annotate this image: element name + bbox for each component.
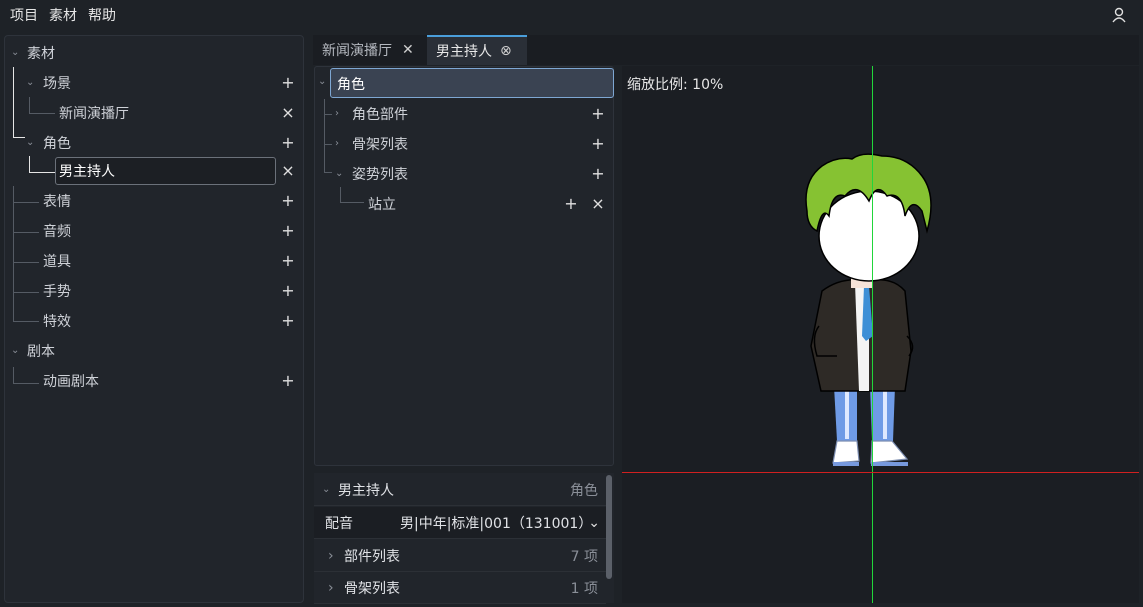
menu-project[interactable]: 项目 (0, 5, 45, 25)
tab-news-studio[interactable]: 新闻演播厅 ✕ (313, 35, 425, 65)
chevron-down-icon[interactable]: ⌄ (26, 138, 36, 148)
left-shoe (832, 440, 860, 464)
close-circle-icon[interactable]: ⊗ (500, 43, 512, 59)
chevron-right-icon[interactable]: › (335, 109, 345, 119)
tree-item-stand[interactable]: 站立 + × (315, 189, 613, 219)
tab-bar: 新闻演播厅 ✕ 男主持人 ⊗ (313, 35, 1139, 65)
menu-bar: 项目 素材 帮助 (0, 0, 1143, 30)
add-icon[interactable]: + (564, 196, 578, 212)
add-icon[interactable]: + (281, 313, 295, 329)
tree-item-audio[interactable]: 音频 + (5, 216, 303, 246)
asset-tree-panel: ⌄ 素材 ⌄ 场景 + 新闻演播厅 × ⌄ 角色 + 男主持人 × 表情 + 音… (4, 35, 304, 603)
chevron-down-icon[interactable]: ⌄ (335, 169, 345, 179)
tree-item-male-host[interactable]: 男主持人 × (5, 156, 303, 186)
chevron-down-icon[interactable]: ⌄ (322, 484, 330, 495)
properties-scrollbar[interactable] (606, 475, 612, 579)
tree-item-role-parts[interactable]: › 角色部件 + (315, 99, 613, 129)
tree-item-assets[interactable]: ⌄ 素材 (5, 38, 303, 68)
close-icon[interactable]: ✕ (402, 42, 414, 58)
menu-help[interactable]: 帮助 (84, 5, 123, 25)
tree-item-gesture[interactable]: 手势 + (5, 276, 303, 306)
x-axis-guide (622, 472, 1139, 473)
right-leg (870, 386, 895, 441)
tree-item-anim-script[interactable]: 动画剧本 + (5, 366, 303, 396)
chevron-down-icon[interactable]: ⌄ (26, 78, 36, 88)
right-shoe (870, 440, 909, 464)
zoom-label: 缩放比例: 10% (627, 77, 724, 93)
tree-item-prop[interactable]: 道具 + (5, 246, 303, 276)
chevron-right-icon[interactable]: › (328, 580, 334, 596)
add-icon[interactable]: + (281, 223, 295, 239)
tree-item-effect[interactable]: 特效 + (5, 306, 303, 336)
voice-select[interactable]: 男|中年|标准|001（131001） (400, 513, 592, 533)
add-icon[interactable]: + (591, 166, 605, 182)
skeleton-list-row[interactable]: › 骨架列表 1 项 (314, 572, 606, 604)
voice-row: 配音 男|中年|标准|001（131001） ⌄ (314, 507, 606, 539)
add-icon[interactable]: + (281, 253, 295, 269)
props-header[interactable]: ⌄ 男主持人 角色 (314, 474, 606, 506)
chevron-down-icon[interactable]: ⌄ (11, 346, 21, 356)
chevron-down-icon[interactable]: ⌄ (588, 515, 600, 531)
menu-assets[interactable]: 素材 (45, 5, 84, 25)
chevron-right-icon[interactable]: › (335, 139, 345, 149)
tree-item-role[interactable]: ⌄ 角色 + (5, 128, 303, 158)
close-icon[interactable]: × (281, 163, 295, 179)
role-name-input[interactable]: 角色 (330, 68, 614, 98)
add-icon[interactable]: + (591, 106, 605, 122)
tree-item-news-studio[interactable]: 新闻演播厅 × (5, 98, 303, 128)
preview-canvas[interactable]: 缩放比例: 10% (622, 66, 1139, 603)
add-icon[interactable]: + (281, 75, 295, 91)
tree-item-pose-list[interactable]: ⌄ 姿势列表 + (315, 159, 613, 189)
add-icon[interactable]: + (281, 283, 295, 299)
tree-item-script[interactable]: ⌄ 剧本 (5, 336, 303, 366)
add-icon[interactable]: + (281, 135, 295, 151)
close-icon[interactable]: × (591, 196, 605, 212)
y-axis-guide (872, 66, 873, 603)
chevron-down-icon[interactable]: ⌄ (11, 48, 21, 58)
properties-panel: ⌄ 男主持人 角色 配音 男|中年|标准|001（131001） ⌄ › 部件列… (314, 473, 614, 604)
user-icon[interactable] (1111, 7, 1127, 23)
add-icon[interactable]: + (591, 136, 605, 152)
role-tree-panel: ⌄ 角色 › 角色部件 + › 骨架列表 + ⌄ 姿势列表 + 站立 + × (314, 66, 614, 466)
add-icon[interactable]: + (281, 193, 295, 209)
tree-item-expression[interactable]: 表情 + (5, 186, 303, 216)
tree-item-skeleton-list[interactable]: › 骨架列表 + (315, 129, 613, 159)
tree-item-scene[interactable]: ⌄ 场景 + (5, 68, 303, 98)
chevron-right-icon[interactable]: › (328, 548, 334, 564)
chevron-down-icon[interactable]: ⌄ (318, 76, 326, 87)
close-icon[interactable]: × (281, 105, 295, 121)
parts-list-row[interactable]: › 部件列表 7 项 (314, 540, 606, 572)
add-icon[interactable]: + (281, 373, 295, 389)
tab-male-host[interactable]: 男主持人 ⊗ (427, 35, 527, 65)
